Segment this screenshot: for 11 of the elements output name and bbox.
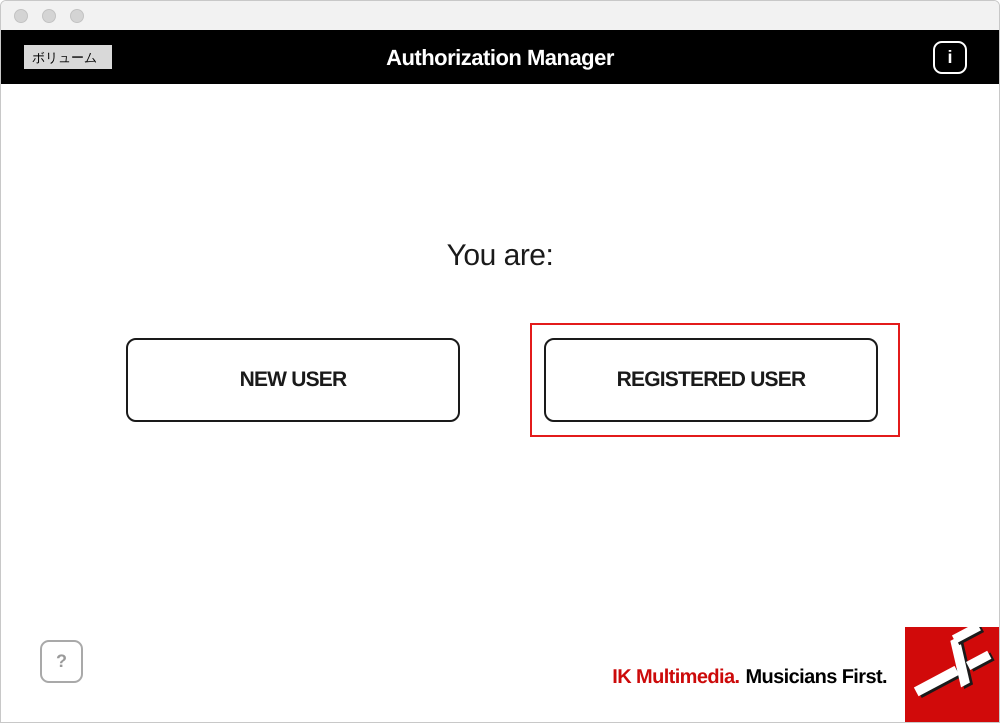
user-choice-button[interactable]: REGISTERED USER [544, 338, 878, 422]
window-control-icon[interactable] [42, 8, 56, 22]
window-control-icon[interactable] [14, 8, 28, 22]
user-choice-button[interactable]: NEW USER [126, 338, 460, 422]
brand-text: IK Multimedia. [612, 665, 740, 690]
slogan-text: Musicians First. [745, 665, 887, 690]
prompt-text: You are: [446, 241, 554, 271]
volume-button[interactable]: ボリューム [24, 45, 112, 69]
info-button[interactable]: i [933, 40, 967, 74]
window-title: Authorization Manager [386, 44, 614, 72]
window-control-icon[interactable] [70, 8, 84, 22]
